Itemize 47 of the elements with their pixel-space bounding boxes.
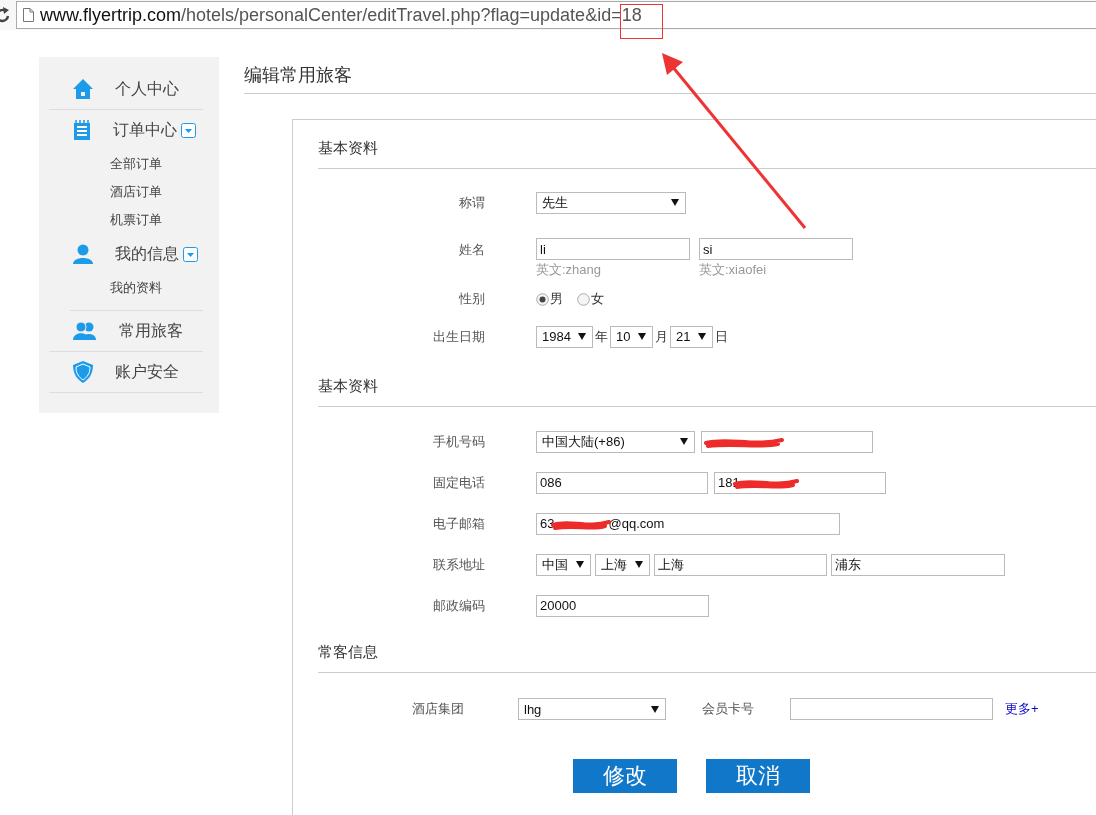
sidebar-subitem[interactable]: 机票订单: [49, 206, 203, 234]
unit-label: 月: [655, 327, 668, 346]
field-label: 电子邮箱: [432, 514, 485, 533]
sidebar-item[interactable]: 账户安全: [49, 352, 203, 393]
dropdown[interactable]: 上海: [595, 553, 650, 576]
field-label: 称谓: [458, 193, 485, 212]
field-label: 出生日期: [432, 327, 485, 346]
dropdown[interactable]: 先生: [536, 191, 686, 214]
section-heading: 常客信息: [318, 632, 1096, 673]
input-field[interactable]: 086: [536, 471, 708, 494]
field-label: 酒店集团: [412, 700, 465, 718]
dropdown[interactable]: 中国: [536, 553, 591, 576]
field-label: 性别: [458, 290, 485, 308]
field-label: 邮政编码: [432, 596, 485, 615]
option-label: 男: [550, 290, 563, 308]
hint-text: 英文:xiaofei: [699, 261, 768, 279]
sidebar-subitem[interactable]: 我的资料: [70, 274, 203, 302]
field-label: 姓名: [458, 241, 485, 259]
field-label: 手机号码: [432, 432, 485, 451]
field-label: 会员卡号: [702, 700, 754, 718]
sidebar-subitem[interactable]: 全部订单: [49, 150, 203, 178]
option-label: 女: [591, 290, 604, 308]
dropdown[interactable]: 10: [610, 325, 653, 348]
section-heading: 基本资料: [318, 128, 1096, 169]
sidebar-subitem[interactable]: 酒店订单: [49, 178, 203, 206]
hint-text: 英文:zhang: [536, 261, 603, 279]
dropdown[interactable]: 1984: [536, 325, 593, 348]
input-field[interactable]: 浦东: [831, 553, 1005, 576]
field-label: 固定电话: [432, 473, 485, 492]
sidebar-item[interactable]: 订单中心: [49, 110, 203, 150]
input-field[interactable]: 20000: [536, 594, 709, 617]
dropdown[interactable]: 21: [670, 325, 713, 348]
unit-label: 日: [715, 327, 728, 346]
dropdown[interactable]: 中国大陆(+86): [536, 430, 695, 453]
sidebar-item[interactable]: 常用旅客: [49, 311, 203, 352]
section-heading: 基本资料: [318, 366, 1096, 407]
dropdown[interactable]: lhg: [518, 698, 666, 720]
unit-label: 年: [595, 327, 608, 346]
save-button[interactable]: 修改: [573, 759, 677, 793]
input-field[interactable]: si: [699, 238, 853, 260]
input-field[interactable]: li: [536, 238, 690, 260]
cancel-button[interactable]: 取消: [706, 759, 810, 793]
field-label: 联系地址: [432, 555, 485, 574]
sidebar-item[interactable]: 我的信息: [49, 234, 203, 274]
sidebar-item[interactable]: 个人中心: [49, 69, 203, 110]
input-field[interactable]: 上海: [654, 553, 827, 576]
more-link[interactable]: 更多+: [1005, 700, 1039, 718]
